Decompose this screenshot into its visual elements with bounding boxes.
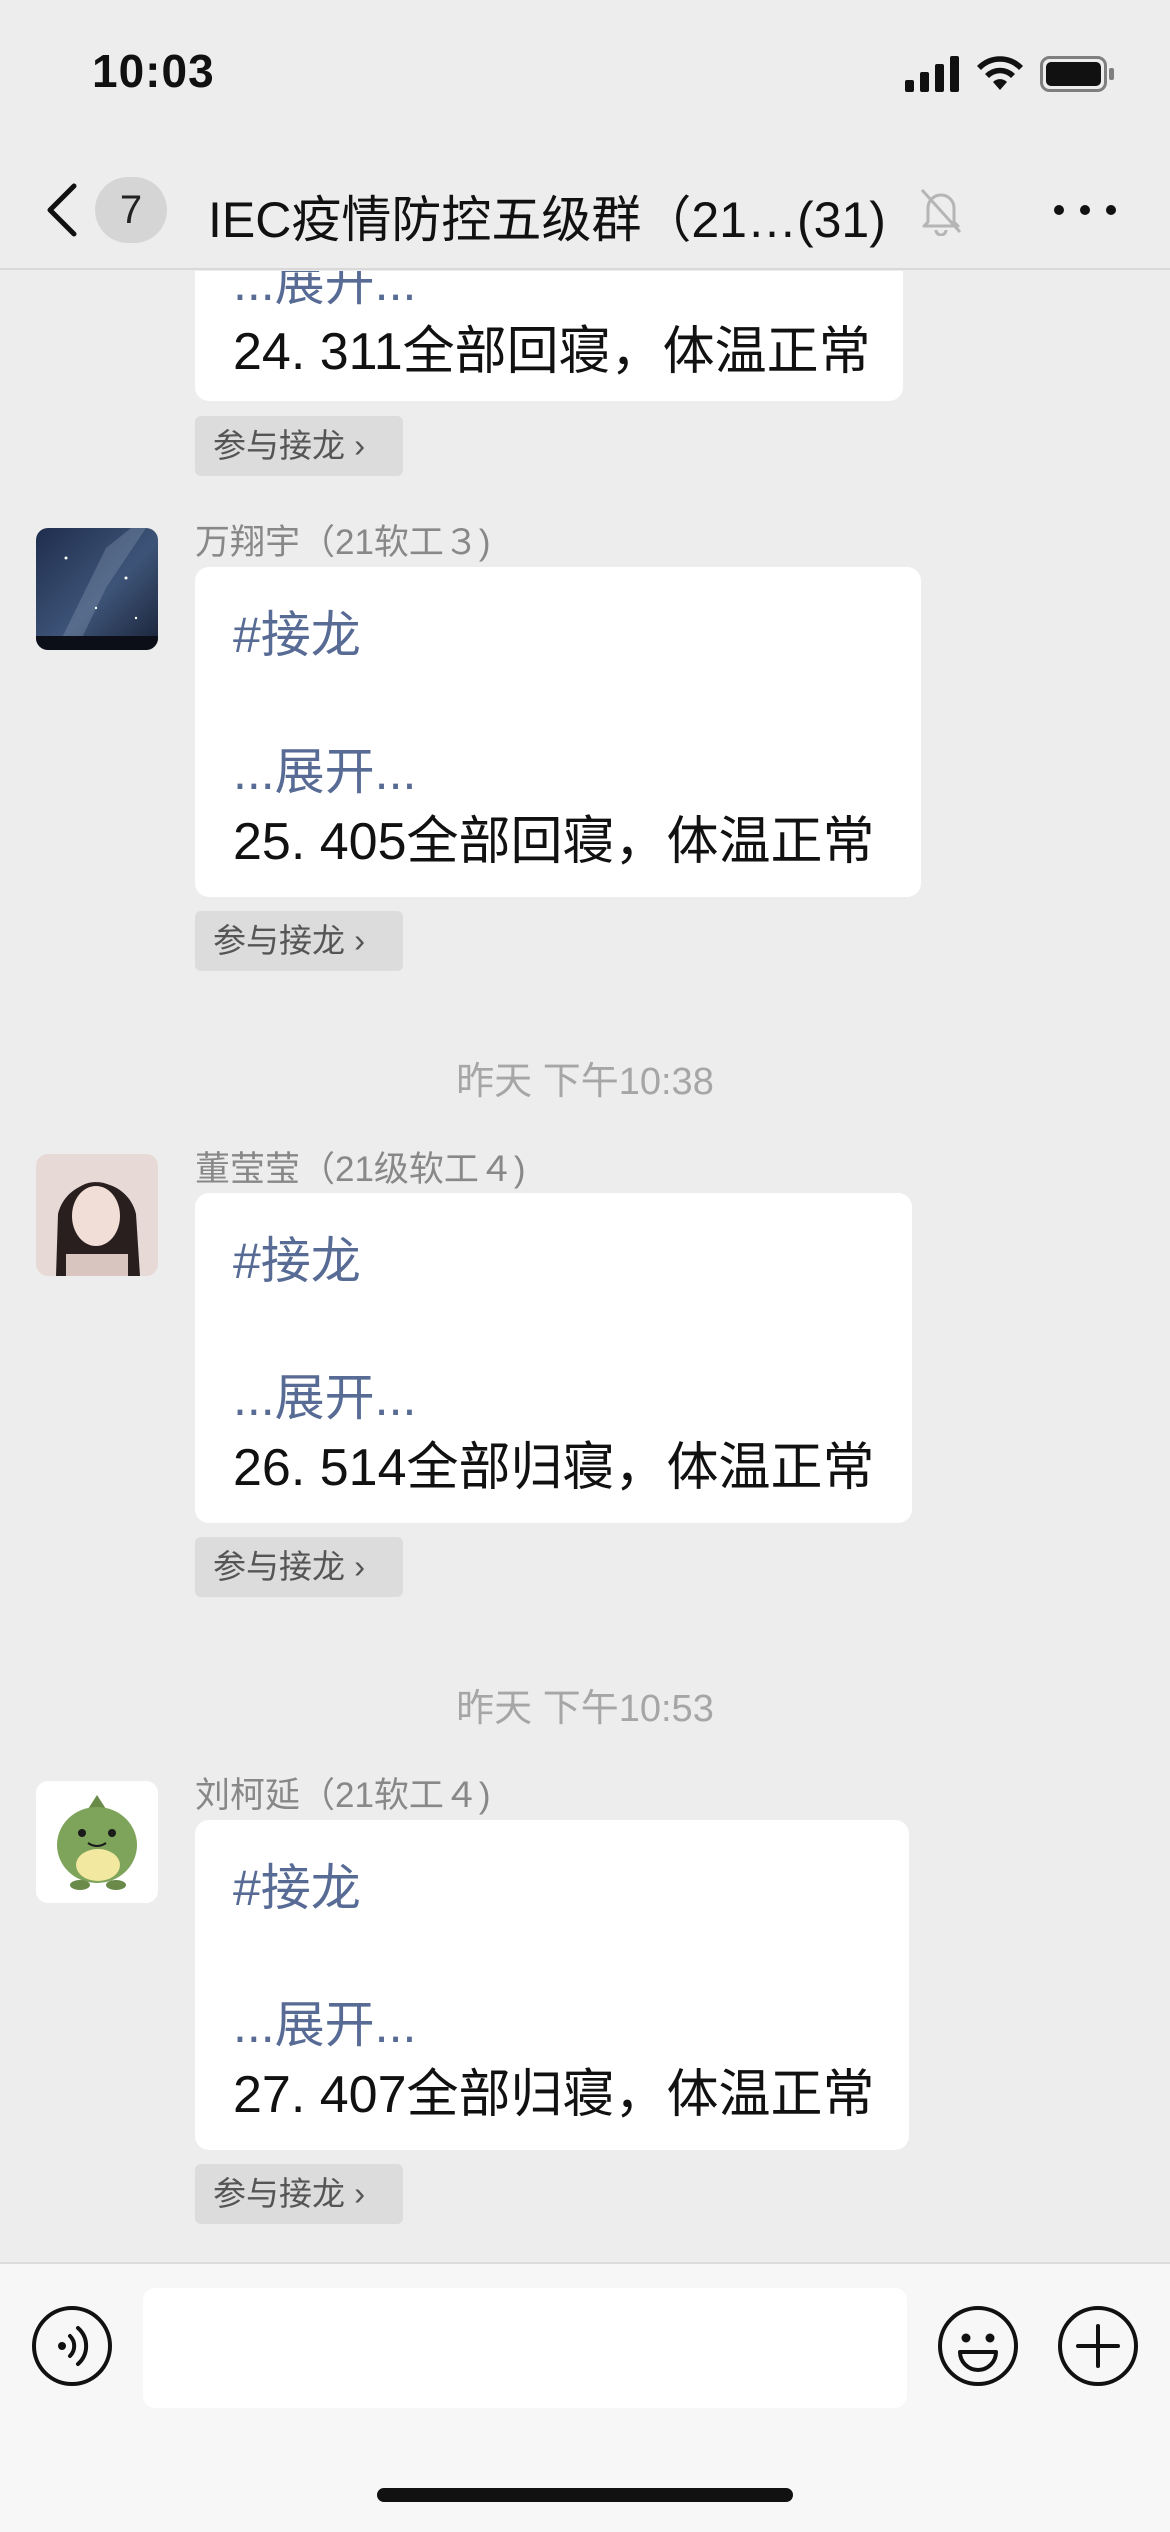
mute-bell-icon [920, 188, 962, 236]
hashtag-link[interactable]: #接龙 [233, 1848, 361, 1920]
message-text: 24. 311全部回寝，体温正常 [233, 323, 871, 381]
join-solitaire-button[interactable]: 参与接龙 › [195, 911, 403, 971]
avatar-portrait-image [36, 1154, 158, 1276]
more-options-icon[interactable] [1050, 190, 1120, 230]
expand-link[interactable]: ...展开... [233, 1358, 416, 1430]
message-bubble[interactable]: #接龙 ...展开... 25. 405全部回寝，体温正常 [195, 567, 921, 897]
avatar-galaxy-image [36, 528, 158, 650]
battery-icon [1040, 56, 1114, 92]
message-text: 25. 405全部回寝，体温正常 [233, 813, 875, 871]
avatar[interactable] [36, 528, 158, 650]
chat-header: 7 IEC疫情防控五级群（21…(31) [0, 150, 1170, 270]
avatar-dinosaur-image [36, 1781, 158, 1903]
chat-title: IEC疫情防控五级群（21…(31) [208, 192, 886, 248]
home-indicator[interactable] [377, 2488, 793, 2502]
avatar[interactable] [36, 1154, 158, 1276]
sender-name: 董莹莹（21级软工４) [195, 1150, 526, 1189]
emoji-icon[interactable] [936, 2304, 1020, 2388]
message-text: 27. 407全部归寝，体温正常 [233, 2066, 875, 2124]
join-solitaire-button[interactable]: 参与接龙 › [195, 2164, 403, 2224]
expand-link[interactable]: ...展开... [233, 732, 416, 804]
message-bubble[interactable]: ...展开... 24. 311全部回寝，体温正常 [195, 271, 903, 401]
cellular-signal-icon [905, 56, 959, 92]
sender-name: 刘柯延（21软工４) [195, 1776, 491, 1815]
wifi-icon [977, 56, 1023, 90]
back-arrow-icon[interactable] [42, 180, 82, 240]
join-solitaire-button[interactable]: 参与接龙 › [195, 1537, 403, 1597]
message-bubble[interactable]: #接龙 ...展开... 27. 407全部归寝，体温正常 [195, 1820, 909, 2150]
add-more-icon[interactable] [1056, 2304, 1140, 2388]
message-timestamp: 昨天 下午10:53 [456, 1688, 714, 1730]
voice-input-icon[interactable] [30, 2304, 114, 2388]
message-input[interactable] [143, 2288, 907, 2408]
hashtag-link[interactable]: #接龙 [233, 595, 361, 667]
unread-count-badge[interactable]: 7 [95, 177, 167, 243]
hashtag-link[interactable]: #接龙 [233, 1221, 361, 1293]
sender-name: 万翔宇（21软工３) [195, 523, 491, 562]
status-bar: 10:03 [0, 0, 1170, 150]
expand-link[interactable]: ...展开... [233, 1985, 416, 2057]
avatar[interactable] [36, 1781, 158, 1903]
message-text: 26. 514全部归寝，体温正常 [233, 1439, 875, 1497]
join-solitaire-button[interactable]: 参与接龙 › [195, 416, 403, 476]
message-timestamp: 昨天 下午10:38 [456, 1061, 714, 1103]
status-time: 10:03 [92, 45, 215, 97]
message-bubble[interactable]: #接龙 ...展开... 26. 514全部归寝，体温正常 [195, 1193, 912, 1523]
